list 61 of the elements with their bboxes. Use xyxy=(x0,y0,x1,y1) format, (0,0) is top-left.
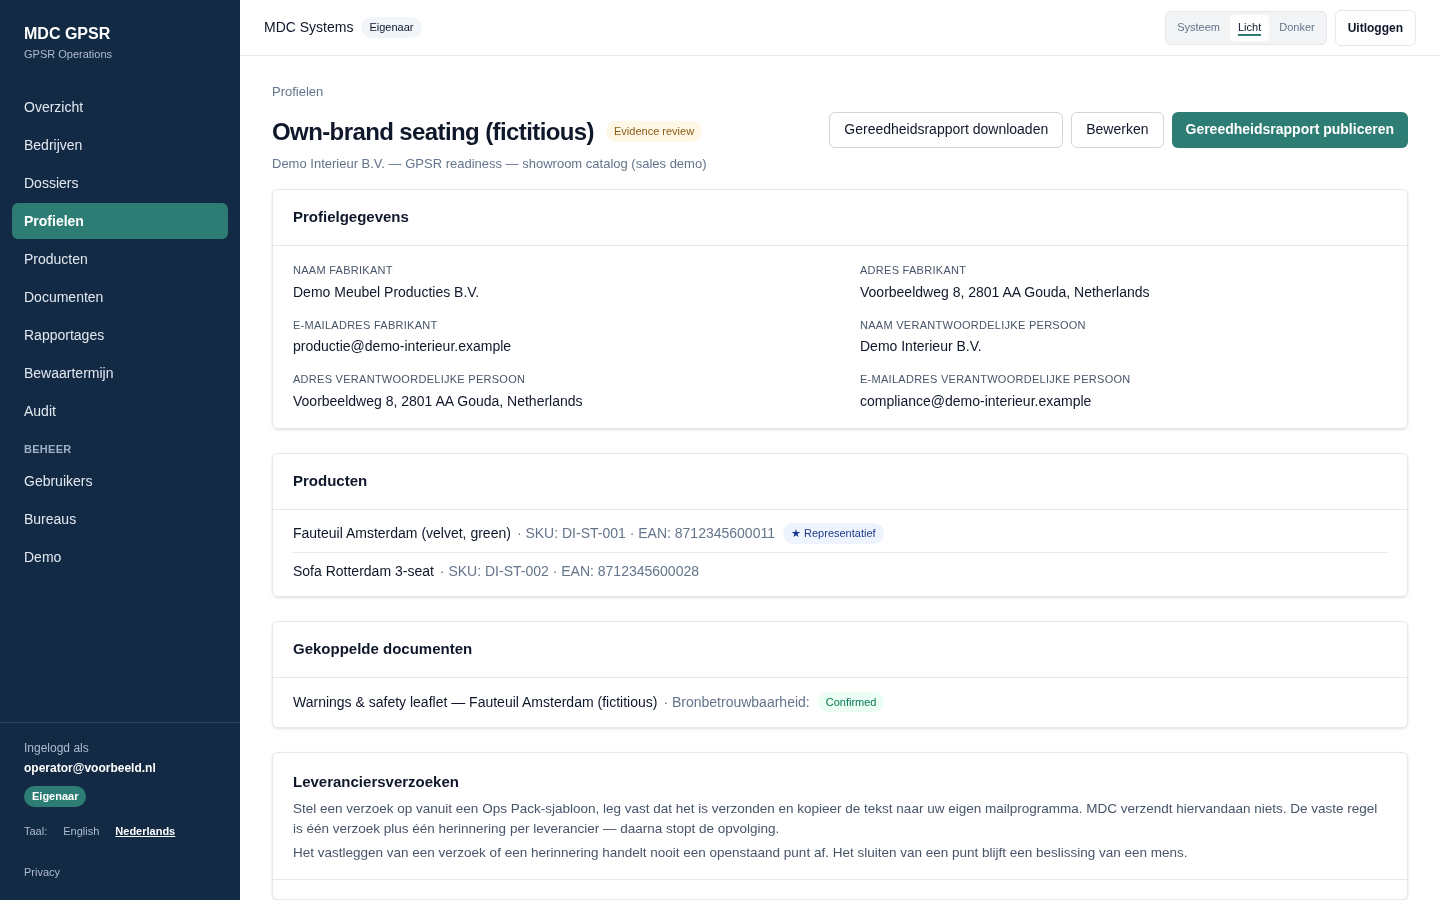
item-details: · SKU: DI-ST-001 · EAN: 8712345600011 xyxy=(516,524,775,543)
field-label: NAAM VERANTWOORDELIJKE PERSOON xyxy=(860,317,1087,333)
item-name: Warnings & safety leaflet — Fauteuil Amsterdam (fictitious) xyxy=(293,692,658,712)
item-badge: ★ Representatief xyxy=(783,523,884,544)
card-title: Leveranciersverzoeken xyxy=(292,771,460,792)
field-value: Demo Meubel Producties B.V. xyxy=(293,282,481,302)
nav-item[interactable]: Bewaartermijn xyxy=(12,354,228,391)
action-button[interactable]: Bewerken xyxy=(1071,111,1164,148)
field-value: Voorbeeldweg 8, 2801 AA Gouda, Netherlands xyxy=(293,391,584,411)
description-text: Stel een verzoek op vanuit een Ops Pack-sjabloon, leg vast dat het is verzonden en kopieer de tekst naar uw eigen mailprogramma. MDC verzendt hiervandaan niets. De vaste regel is één verzoek plus één herinnering per leverancier — daarna stopt de opvolging. xyxy=(293,800,1379,838)
role-badge: Eigenaar xyxy=(361,17,422,38)
language-link[interactable]: English xyxy=(63,823,100,840)
app-name: MDC GPSR xyxy=(24,24,112,44)
field-label: E-MAILADRES VERANTWOORDELIJKE PERSOON xyxy=(860,372,1132,387)
nav-item[interactable]: Overzicht xyxy=(12,88,228,125)
nav-item[interactable]: Bedrijven xyxy=(12,126,228,163)
logged-in-label: Ingelogd als xyxy=(24,740,90,757)
page-title: Own-brand seating (fictitious) xyxy=(272,116,594,147)
language-link[interactable]: Nederlands xyxy=(115,823,176,840)
field-value: compliance@demo-interieur.example xyxy=(860,391,1093,411)
field-value: Demo Interieur B.V. xyxy=(860,337,983,356)
organization-name: MDC Systems xyxy=(264,18,354,37)
language-label: Taal: xyxy=(24,824,48,839)
item-name: Sofa Rotterdam 3-seat xyxy=(293,561,434,581)
card-title: Profielgegevens xyxy=(273,190,1407,246)
nav-item[interactable]: Profielen xyxy=(12,202,228,239)
theme-option[interactable]: Systeem xyxy=(1169,14,1228,41)
status-badge: Evidence review xyxy=(606,121,703,142)
nav-item[interactable]: Documenten xyxy=(12,278,228,315)
nav-item[interactable]: Bureaus xyxy=(12,501,228,537)
theme-option[interactable]: Licht xyxy=(1229,14,1270,41)
nav-item[interactable]: Audit xyxy=(12,392,228,429)
privacy-link[interactable]: Privacy xyxy=(24,863,216,880)
action-button[interactable]: Gereedheidsrapport downloaden xyxy=(829,111,1064,148)
user-email: operator@voorbeeld.nl xyxy=(24,760,157,777)
card-title: Producten xyxy=(273,453,1407,510)
field-label: E-MAILADRES FABRIKANT xyxy=(293,317,439,333)
breadcrumb: Profielen xyxy=(272,83,325,101)
nav-item[interactable]: Gebruikers xyxy=(12,463,228,499)
role-badge: Eigenaar xyxy=(24,786,87,807)
action-button[interactable]: Gereedheidsrapport publiceren xyxy=(1171,111,1408,148)
item-details: · Bronbetrouwbaarheid: xyxy=(663,692,810,712)
field-value: Voorbeeldweg 8, 2801 AA Gouda, Netherlands xyxy=(860,282,1151,302)
theme-option[interactable]: Donker xyxy=(1271,14,1323,41)
page-subtitle: Demo Interieur B.V. — GPSR readiness — showroom catalog (sales demo) xyxy=(272,154,708,173)
item-badge: Confirmed xyxy=(817,691,885,713)
nav-item[interactable]: Demo xyxy=(12,539,228,575)
nav-item[interactable]: Rapportages xyxy=(12,316,228,353)
item-details: · SKU: DI-ST-002 · EAN: 8712345600028 xyxy=(439,561,699,581)
section-heading: BEHEER xyxy=(23,441,73,457)
field-label: NAAM FABRIKANT xyxy=(293,263,394,278)
item-name: Fauteuil Amsterdam (velvet, green) xyxy=(293,524,511,543)
field-label: ADRES VERANTWOORDELIJKE PERSOON xyxy=(293,372,527,387)
field-value: productie@demo-interieur.example xyxy=(293,337,513,356)
field-label: ADRES FABRIKANT xyxy=(860,263,968,278)
description-text: Het vastleggen van een verzoek of een herinnering handelt nooit een openstaand punt af. Het sluiten van een punt blijft een beslissing van een mens. xyxy=(293,844,1189,862)
logout-button[interactable]: Uitloggen xyxy=(1334,9,1416,46)
nav-item[interactable]: Dossiers xyxy=(12,164,228,201)
card-title: Gekoppelde documenten xyxy=(273,621,1407,678)
app-subtitle: GPSR Operations xyxy=(24,47,114,62)
nav-item[interactable]: Producten xyxy=(12,240,228,277)
